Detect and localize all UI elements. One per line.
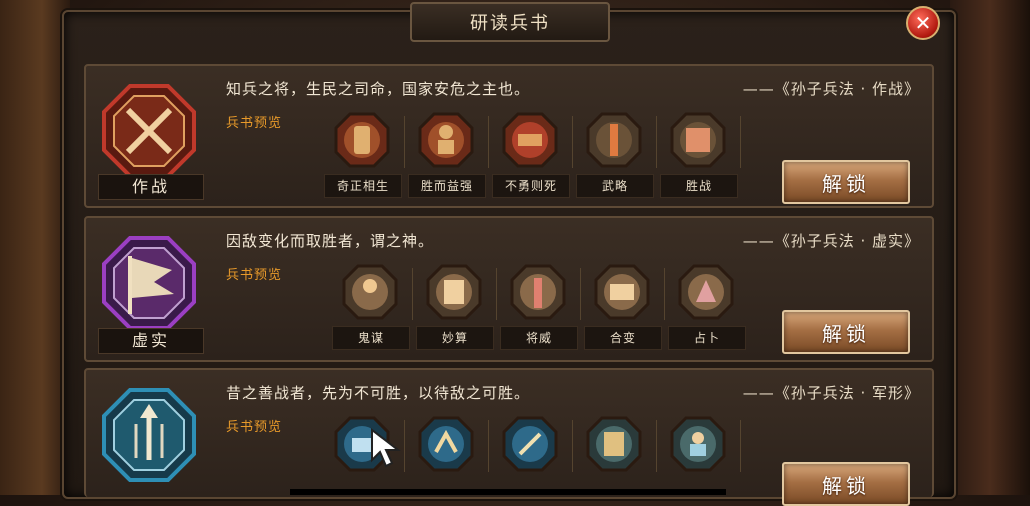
skill-icon [426, 264, 482, 320]
skill-icon [670, 416, 726, 472]
banner-flag-icon [102, 236, 196, 330]
book-preview-label: 兵书预览 [226, 116, 283, 131]
background-left [0, 0, 70, 495]
skill-item[interactable]: 妙算 [416, 260, 494, 354]
cursor-icon [371, 428, 401, 468]
skill-icon [586, 416, 642, 472]
background-right [950, 0, 1030, 495]
skill-icon [418, 416, 474, 472]
book-quote: 昔之善战者，先为不可胜，以待敌之可胜。 [226, 384, 531, 402]
divider [580, 268, 581, 320]
bottom-bar [290, 489, 726, 495]
book-panel-xushi: 虚实 因敌变化而取胜者，谓之神。 ——《孙子兵法 · 虚实》 兵书预览 鬼谋 妙… [84, 216, 934, 362]
skill-item[interactable]: 鬼谋 [332, 260, 410, 354]
skill-name: 合变 [584, 326, 662, 350]
skill-list: 奇正相生 胜而益强 不勇则死 武略 胜战 [324, 108, 744, 202]
book-source: ——《孙子兵法 · 作战》 [742, 80, 920, 98]
skill-item[interactable]: 胜战 [660, 108, 738, 202]
skill-icon [678, 264, 734, 320]
skill-item[interactable]: 武略 [576, 108, 654, 202]
skill-icon [594, 264, 650, 320]
skill-item[interactable]: 不勇则死 [492, 108, 570, 202]
book-name-label: 虚实 [98, 328, 204, 354]
divider [740, 116, 741, 168]
book-quote: 知兵之将，生民之司命，国家安危之主也。 [226, 80, 531, 98]
book-source: ——《孙子兵法 · 军形》 [742, 384, 920, 402]
skill-icon [502, 112, 558, 168]
skill-name: 占卜 [668, 326, 746, 350]
book-panel-junxing: 昔之善战者，先为不可胜，以待敌之可胜。 ——《孙子兵法 · 军形》 兵书预览 解… [84, 368, 934, 506]
divider [664, 268, 665, 320]
skill-icon [418, 112, 474, 168]
divider [412, 268, 413, 320]
skill-item[interactable]: 奇正相生 [324, 108, 402, 202]
close-icon: ✕ [914, 11, 932, 35]
skill-name: 胜而益强 [408, 174, 486, 198]
skill-list: 鬼谋 妙算 将威 合变 占卜 [332, 260, 752, 354]
book-name-label: 作战 [98, 174, 204, 200]
divider [488, 116, 489, 168]
skill-name: 胜战 [660, 174, 738, 198]
book-panel-zuozhan: 作战 知兵之将，生民之司命，国家安危之主也。 ——《孙子兵法 · 作战》 兵书预… [84, 64, 934, 208]
divider [496, 268, 497, 320]
skill-icon [334, 112, 390, 168]
skill-icon [502, 416, 558, 472]
divider [740, 420, 741, 472]
divider [404, 116, 405, 168]
book-preview-label: 兵书预览 [226, 420, 283, 435]
skill-item[interactable]: 将威 [500, 260, 578, 354]
close-button[interactable]: ✕ [906, 6, 940, 40]
unlock-button[interactable]: 解锁 [782, 310, 910, 354]
arrow-shield-icon [102, 388, 196, 482]
skill-item[interactable]: 合变 [584, 260, 662, 354]
divider [572, 420, 573, 472]
skill-icon [510, 264, 566, 320]
book-quote: 因敌变化而取胜者，谓之神。 [226, 232, 435, 250]
skill-name: 奇正相生 [324, 174, 402, 198]
book-preview-label: 兵书预览 [226, 268, 283, 283]
unlock-button[interactable]: 解锁 [782, 462, 910, 506]
divider [656, 420, 657, 472]
skill-icon [342, 264, 398, 320]
skill-name: 不勇则死 [492, 174, 570, 198]
book-source: ——《孙子兵法 · 虚实》 [742, 232, 920, 250]
skill-icon [670, 112, 726, 168]
skill-name: 妙算 [416, 326, 494, 350]
crossed-swords-icon [102, 84, 196, 178]
skill-icon [586, 112, 642, 168]
divider [488, 420, 489, 472]
skill-name: 武略 [576, 174, 654, 198]
skill-name: 将威 [500, 326, 578, 350]
divider [572, 116, 573, 168]
unlock-button[interactable]: 解锁 [782, 160, 910, 204]
skill-item[interactable]: 胜而益强 [408, 108, 486, 202]
skill-item[interactable]: 占卜 [668, 260, 746, 354]
skill-name: 鬼谋 [332, 326, 410, 350]
divider [656, 116, 657, 168]
window-title: 研读兵书 [410, 2, 610, 42]
